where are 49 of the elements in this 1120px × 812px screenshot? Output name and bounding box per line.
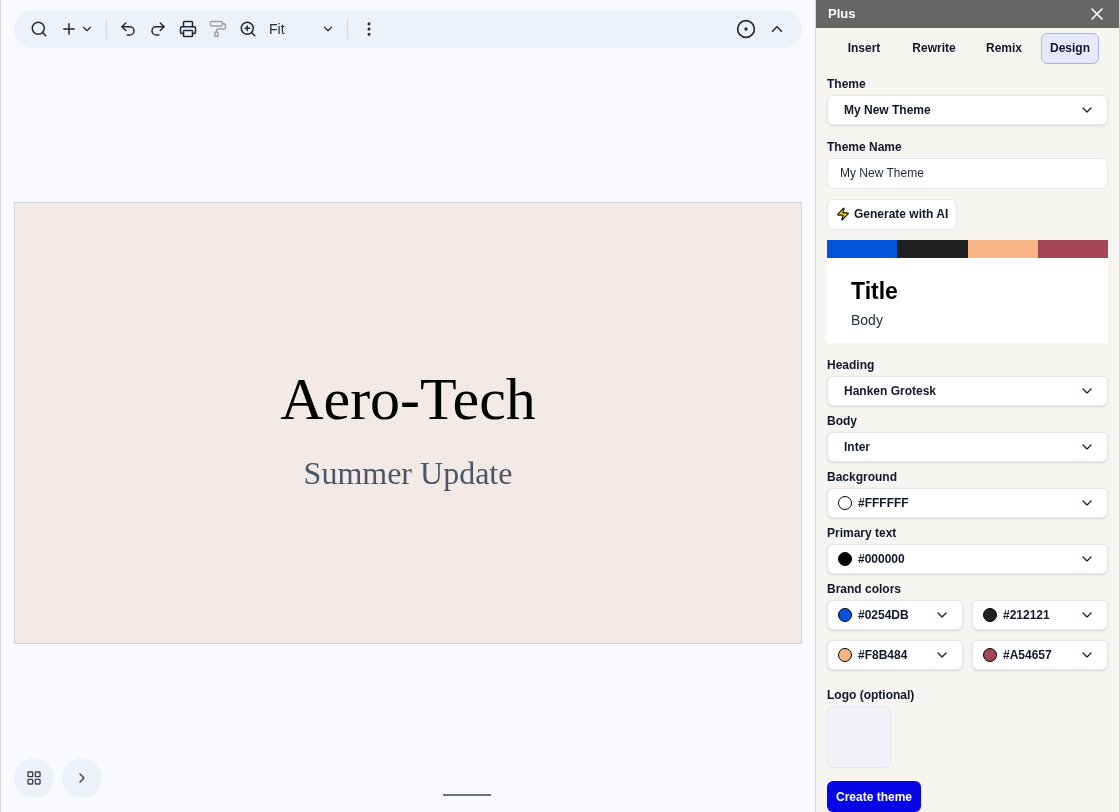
dropdown-value: #FFFFFF bbox=[858, 495, 909, 512]
generate-button[interactable]: Generate with AI bbox=[827, 198, 958, 230]
dropdown[interactable]: #FFFFFF bbox=[827, 488, 1108, 518]
dropdown[interactable]: #A54657 bbox=[972, 640, 1108, 670]
field-label: Background bbox=[827, 469, 898, 485]
search-icon[interactable] bbox=[30, 20, 48, 38]
theme-name-field[interactable]: My New Theme bbox=[827, 157, 1108, 189]
dropdown-value: Hanken Grotesk bbox=[844, 383, 937, 400]
undo-icon[interactable] bbox=[119, 20, 137, 38]
preview-body: Body bbox=[851, 311, 884, 330]
field-label: Primary text bbox=[827, 525, 898, 541]
field-label: Logo (optional) bbox=[827, 687, 916, 703]
zoom-dropdown[interactable]: Fit bbox=[269, 18, 335, 40]
dropdown-value: #0254DB bbox=[858, 607, 909, 624]
lightning-icon bbox=[836, 207, 850, 221]
dropdown-value: Inter bbox=[844, 439, 870, 456]
create-theme-button[interactable]: Create theme bbox=[827, 781, 922, 812]
dropdown-value: #000000 bbox=[858, 551, 905, 568]
dropdown[interactable]: My New Theme bbox=[827, 94, 1108, 125]
dropdown[interactable]: Hanken Grotesk bbox=[827, 376, 1108, 406]
dropdown-value: #F8B484 bbox=[858, 647, 908, 664]
dropdown-value: #A54657 bbox=[1003, 647, 1052, 664]
dropdown-value: My New Theme bbox=[844, 101, 931, 119]
field-label: Heading bbox=[827, 357, 876, 373]
tab[interactable]: Rewrite bbox=[901, 32, 967, 64]
redo-icon[interactable] bbox=[149, 20, 167, 38]
zoom-in-icon[interactable] bbox=[239, 20, 257, 38]
field-label: Theme bbox=[827, 75, 867, 92]
field-label: Brand colors bbox=[827, 581, 902, 597]
tab[interactable]: Insert bbox=[831, 32, 897, 64]
dropdown[interactable]: #212121 bbox=[972, 600, 1108, 630]
record-icon[interactable] bbox=[736, 19, 756, 39]
dropdown[interactable]: #0254DB bbox=[827, 600, 963, 630]
dropdown[interactable]: Inter bbox=[827, 432, 1108, 462]
printer-icon[interactable] bbox=[179, 20, 197, 38]
panel-title: Plus bbox=[828, 5, 856, 23]
grid-icon bbox=[26, 770, 42, 786]
preview-title: Title bbox=[851, 276, 899, 306]
grid-view-button[interactable] bbox=[14, 758, 54, 798]
slide-title: Aero-Tech bbox=[280, 369, 536, 429]
dropdown-value: #212121 bbox=[1003, 607, 1050, 624]
slide-subtitle: Summer Update bbox=[303, 454, 513, 493]
dropdown[interactable]: #F8B484 bbox=[827, 640, 963, 670]
tab[interactable]: Remix bbox=[971, 32, 1037, 64]
field-label: Body bbox=[827, 413, 858, 429]
field-label: Theme Name bbox=[827, 138, 903, 155]
dropdown[interactable]: #000000 bbox=[827, 544, 1108, 574]
plus-icon[interactable] bbox=[60, 20, 78, 38]
tab[interactable]: Design bbox=[1041, 32, 1099, 64]
